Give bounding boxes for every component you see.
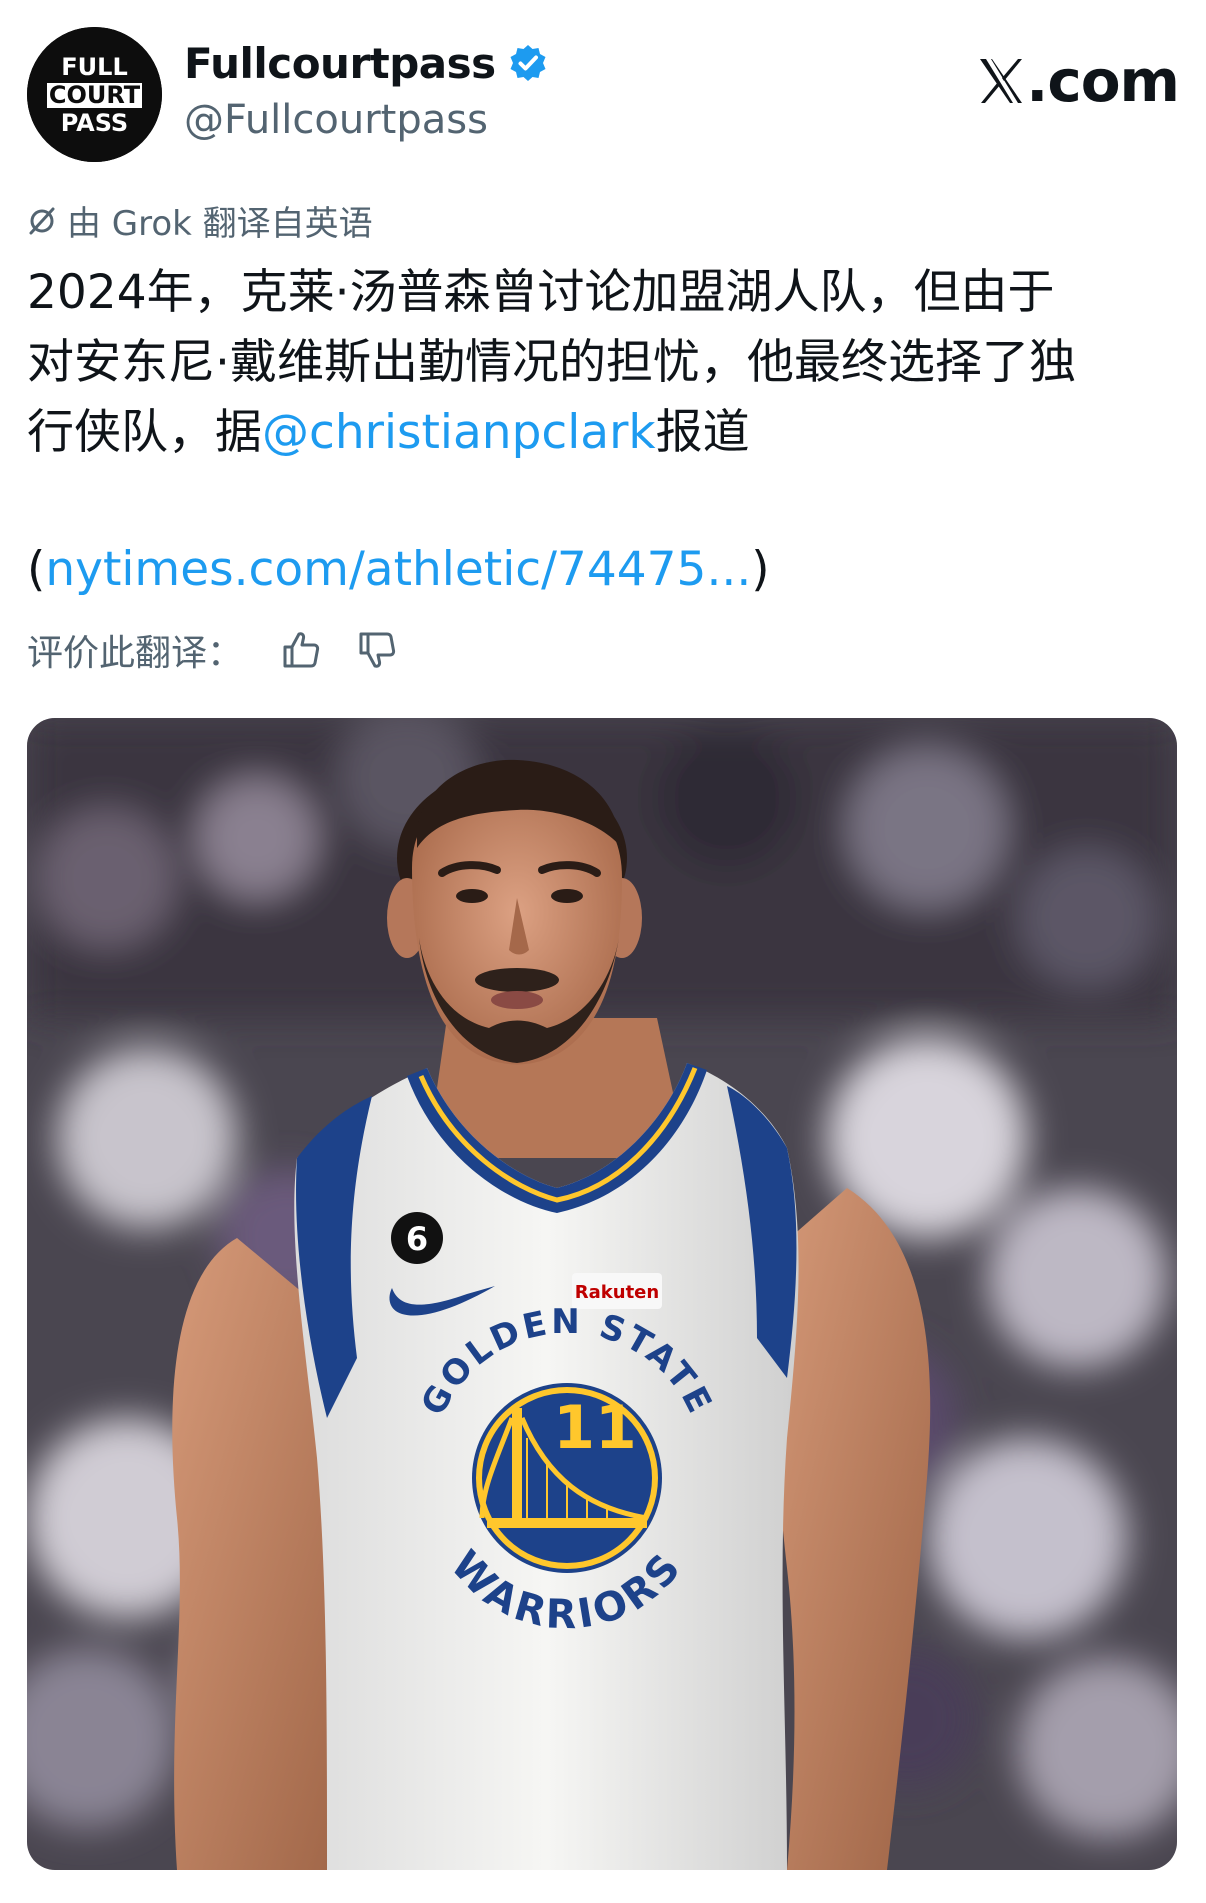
display-name[interactable]: Fullcourtpass	[184, 39, 496, 88]
author-names: Fullcourtpass @Fullcourtpass	[184, 37, 548, 143]
translated-by-grok[interactable]: 由 Grok 翻译自英语	[27, 196, 373, 245]
tweet-line-3: 行侠队，据@christianpclark报道	[27, 398, 1177, 468]
link-open-paren: (	[27, 542, 46, 597]
link-close-paren: )	[751, 542, 770, 597]
translated-by-label: 由 Grok 翻译自英语	[67, 204, 373, 244]
jersey-number: 11	[553, 1393, 637, 1463]
avatar-text-2: COURT	[49, 81, 141, 109]
sponsor-text: Rakuten	[575, 1282, 659, 1303]
verified-badge-icon	[510, 45, 546, 81]
mention-link[interactable]: @christianpclark	[262, 405, 656, 460]
tweet-body: 2024年，克莱·汤普森曾讨论加盟湖人队，但由于 对安东尼·戴维斯出勤情况的担忧…	[27, 258, 1177, 468]
x-com-text: .com	[1026, 47, 1180, 115]
translate-icon	[29, 207, 55, 234]
rate-translation: 评价此翻译：	[27, 624, 399, 676]
sponsor-patch: Rakuten	[572, 1273, 662, 1309]
rate-label: 评价此翻译：	[27, 633, 244, 674]
tweet-photo[interactable]: 6 Rakuten GOLDEN STATE 11 WARRIORS	[27, 718, 1177, 1870]
tweet-line-3-start: 行侠队，据	[27, 405, 262, 460]
avatar[interactable]: FULL COURT PASS	[27, 27, 162, 162]
x-com-watermark: .com	[978, 47, 1180, 115]
handle[interactable]: @Fullcourtpass	[184, 97, 548, 143]
patch-number: 6	[406, 1220, 428, 1258]
thumbs-up-icon[interactable]	[279, 628, 323, 672]
avatar-text-3: PASS	[61, 109, 128, 137]
patch-badge: 6	[391, 1212, 443, 1264]
tweet-link-line: (nytimes.com/athletic/74475...)	[27, 535, 770, 605]
tweet-header: FULL COURT PASS Fullcourtpass @Fullcourt…	[27, 27, 1180, 162]
tweet-line-3-end: 报道	[655, 405, 750, 460]
avatar-text-1: FULL	[61, 53, 127, 81]
tweet-line-1: 2024年，克莱·汤普森曾讨论加盟湖人队，但由于	[27, 265, 1055, 320]
x-logo-icon	[980, 59, 1023, 103]
thumbs-down-icon[interactable]	[355, 628, 399, 672]
tweet-line-2: 对安东尼·戴维斯出勤情况的担忧，他最终选择了独	[27, 335, 1076, 390]
article-link[interactable]: nytimes.com/athletic/74475...	[45, 542, 751, 597]
